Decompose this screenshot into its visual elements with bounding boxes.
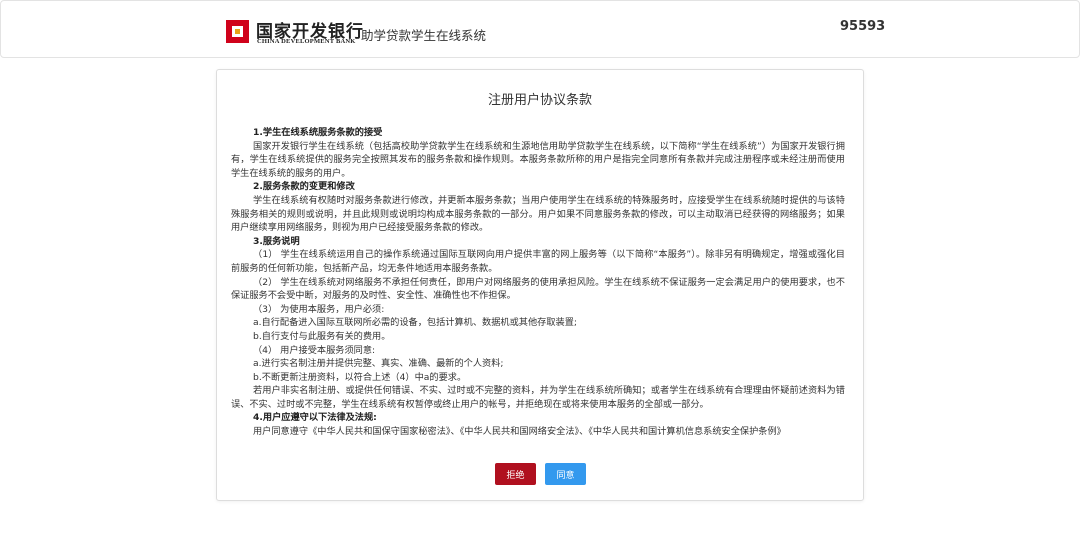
terms-paragraph: a.进行实名制注册并提供完整、真实、准确、最新的个人资料; — [253, 358, 504, 370]
terms-paragraph: （2） 学生在线系统对网络服务不承担任何责任，即用户对网络服务的使用承担风险。学… — [231, 276, 845, 302]
terms-paragraph: 用户同意遵守《中华人民共和国保守国家秘密法》、《中华人民共和国网络安全法》、《中… — [253, 426, 786, 438]
terms-paragraph: b.不断更新注册资料，以符合上述（4）中a的要求。 — [253, 371, 467, 383]
agree-button[interactable]: 同意 — [545, 463, 586, 485]
service-hotline: 95593 — [840, 19, 886, 34]
agreement-panel: 注册用户协议条款 1.学生在线系统服务条款的接受 国家开发银行学生在线系统（包括… — [216, 69, 864, 501]
agreement-title: 注册用户协议条款 — [487, 93, 592, 108]
system-name: 助学贷款学生在线系统 — [361, 28, 487, 43]
section-heading: 4.用户应遵守以下法律及法规: — [253, 412, 377, 424]
bank-name-en: CHINA DEVELOPMENT BANK — [257, 38, 356, 45]
terms-paragraph: （1） 学生在线系统运用自己的操作系统通过国际互联网向用户提供丰富的网上服务等（… — [231, 249, 845, 274]
terms-paragraph: （4） 用户接受本服务须同意: — [253, 344, 376, 356]
terms-paragraph: b.自行支付与此服务有关的费用。 — [253, 330, 391, 342]
terms-content[interactable]: 1.学生在线系统服务条款的接受 国家开发银行学生在线系统（包括高校助学贷款学生在… — [231, 126, 845, 518]
reject-button[interactable]: 拒绝 — [495, 463, 536, 485]
section-heading: 2.服务条款的变更和修改 — [253, 181, 355, 193]
bank-logo-icon — [226, 20, 249, 43]
section-heading: 3.服务说明 — [253, 235, 300, 247]
section-heading: 1.学生在线系统服务条款的接受 — [253, 127, 383, 138]
terms-paragraph: 国家开发银行学生在线系统（包括高校助学贷款学生在线系统和生源地信用助学贷款学生在… — [231, 140, 845, 179]
terms-paragraph: 若用户非实名制注册、或提供任何错误、不实、过时或不完整的资料，并为学生在线系统所… — [231, 385, 845, 410]
top-header: 国家开发银行 CHINA DEVELOPMENT BANK 助学贷款学生在线系统… — [0, 0, 1080, 58]
terms-paragraph: 学生在线系统有权随时对服务条款进行修改，并更新本服务条款；当用户使用学生在线系统… — [231, 194, 845, 234]
terms-paragraph: （3） 为使用本服务，用户必须: — [253, 303, 385, 315]
terms-paragraph: a.自行配备进入国际互联网所必需的设备，包括计算机、数据机或其他存取装置; — [253, 317, 578, 329]
